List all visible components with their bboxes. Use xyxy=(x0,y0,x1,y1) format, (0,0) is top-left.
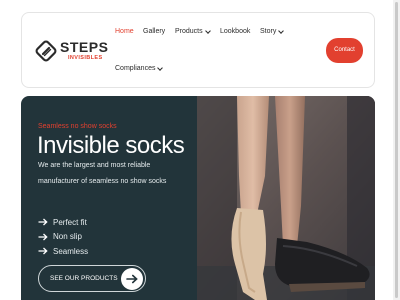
nav-gallery-label: Gallery xyxy=(143,28,166,35)
feature-list: Perfect fit Non slip Seamless xyxy=(38,215,88,259)
arrow-right-icon xyxy=(38,247,48,255)
nav-gallery[interactable]: Gallery xyxy=(143,28,165,35)
contact-button[interactable]: Contact xyxy=(326,38,363,63)
nav-story[interactable]: Story xyxy=(260,27,285,35)
cta-arrow-circle xyxy=(121,268,143,290)
hero-eyebrow: Seamless no show socks xyxy=(38,123,117,130)
site-header: STEPS INVISIBLES Home Gallery Products L… xyxy=(21,12,375,88)
nav-lookbook-label: Lookbook xyxy=(220,28,251,35)
scrollbar-thumb[interactable] xyxy=(395,2,398,298)
list-item: Non slip xyxy=(38,230,88,245)
chevron-down-icon xyxy=(204,27,211,34)
chevron-down-icon xyxy=(157,64,164,71)
list-item: Seamless xyxy=(38,244,88,259)
nav-products-label: Products xyxy=(175,28,203,35)
arrow-right-icon xyxy=(38,233,48,241)
nav-compliances-label: Compliances xyxy=(115,65,156,72)
see-products-label: SEE OUR PRODUCTS xyxy=(50,275,118,282)
nav-products[interactable]: Products xyxy=(175,27,211,35)
nav-home-label: Home xyxy=(115,28,134,35)
scrollbar[interactable] xyxy=(393,0,400,300)
hero-image xyxy=(197,96,375,300)
hero-title: Invisible socks xyxy=(37,132,185,159)
list-item: Perfect fit xyxy=(38,215,88,230)
nav-story-label: Story xyxy=(260,28,277,35)
arrow-right-icon xyxy=(38,218,48,226)
see-products-button[interactable]: SEE OUR PRODUCTS xyxy=(38,265,146,292)
logo-tagline: INVISIBLES xyxy=(68,55,103,62)
logo-wordmark: STEPS xyxy=(60,39,109,56)
feature-label: Seamless xyxy=(53,246,89,256)
nav-home[interactable]: Home xyxy=(115,28,134,35)
page: STEPS INVISIBLES Home Gallery Products L… xyxy=(0,0,400,300)
chevron-down-icon xyxy=(278,27,285,34)
arrow-right-icon xyxy=(126,274,138,284)
nav-lookbook[interactable]: Lookbook xyxy=(220,28,250,35)
nav-compliances[interactable]: Compliances xyxy=(115,64,164,72)
steps-logo-icon xyxy=(35,40,57,62)
feature-label: Non slip xyxy=(53,232,82,242)
logo[interactable]: STEPS INVISIBLES xyxy=(35,38,108,64)
feature-label: Perfect fit xyxy=(53,217,87,227)
hero-description: We are the largest and most reliable man… xyxy=(38,162,167,185)
hero-banner: Seamless no show socks Invisible socks W… xyxy=(21,96,375,300)
